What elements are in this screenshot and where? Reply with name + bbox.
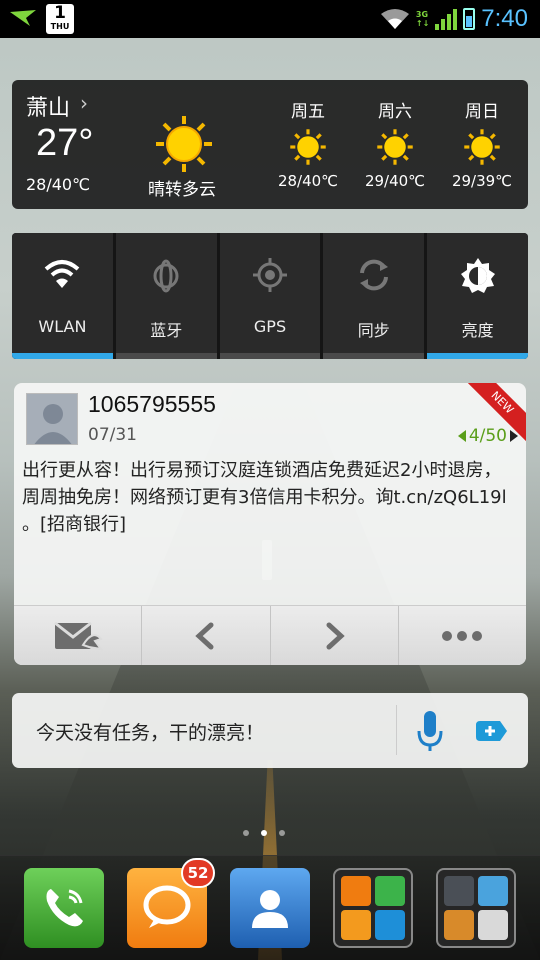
toggle-brightness[interactable]: 亮度 xyxy=(427,233,528,359)
page-dot xyxy=(243,830,249,836)
toggle-bluetooth[interactable]: 蓝牙 xyxy=(115,233,217,359)
phone-app-icon[interactable] xyxy=(24,868,104,948)
photo-icon xyxy=(444,910,474,940)
forecast-day-name: 周六 xyxy=(378,102,412,122)
add-tag-icon[interactable] xyxy=(474,719,508,743)
sun-icon xyxy=(156,116,212,172)
sms-counter: 4/50 xyxy=(457,426,518,446)
bird-notification-icon xyxy=(10,10,36,26)
forecast-range: 29/39℃ xyxy=(451,172,513,190)
tools-folder[interactable] xyxy=(436,868,516,948)
more-icon xyxy=(442,630,483,641)
forecast-day: 周日 29/39℃ xyxy=(442,80,522,190)
sms-action-bar xyxy=(14,605,526,665)
forecast-day-name: 周日 xyxy=(465,102,499,122)
contact-placeholder-icon xyxy=(27,394,77,444)
toggle-indicator xyxy=(12,353,113,359)
contacts-share-icon xyxy=(341,910,371,940)
microphone-icon[interactable] xyxy=(416,709,444,753)
quick-settings-widget: WLAN 蓝牙 GPS 同步 亮度 xyxy=(12,233,528,359)
sms-sender: 1065795555 xyxy=(88,391,216,417)
wifi-status-icon xyxy=(380,9,409,29)
clock: 7:40 xyxy=(481,5,528,32)
toggle-wlan[interactable]: WLAN xyxy=(12,233,113,359)
page-indicator xyxy=(243,830,285,836)
brightness-icon xyxy=(460,258,495,293)
toggle-indicator xyxy=(427,353,528,359)
voice-assistant-widget[interactable]: 今天没有任务，干的漂亮！ xyxy=(12,693,528,768)
weather-condition: 晴转多云 xyxy=(148,180,216,200)
battery-icon xyxy=(463,8,476,30)
next-button[interactable] xyxy=(271,606,399,665)
sms-widget[interactable]: 1065795555 07/31 NEW 4/50 出行更从容！出行易预订汉庭连… xyxy=(14,383,526,665)
weather-city[interactable]: 萧山 xyxy=(26,90,70,122)
chevron-right-icon xyxy=(326,622,345,649)
status-bar: 1 THU 3G ↑↓ 7:40 xyxy=(0,0,540,38)
chevron-left-icon xyxy=(195,622,214,649)
toggle-indicator xyxy=(115,353,217,359)
taobao-icon xyxy=(341,876,371,906)
gallery-icon xyxy=(478,876,508,906)
previous-button[interactable] xyxy=(142,606,271,665)
sync-icon xyxy=(359,259,388,291)
apps-folder[interactable] xyxy=(333,868,413,948)
sms-body[interactable]: 出行更从容！出行易预订汉庭连锁酒店免费延迟2小时退房，周周抽免房！网络预订更有3… xyxy=(22,457,518,538)
contacts-app-icon[interactable] xyxy=(230,868,310,948)
calculator-icon xyxy=(478,910,508,940)
speech-bubble-icon xyxy=(143,885,191,928)
more-button[interactable] xyxy=(399,606,526,665)
reply-mail-icon xyxy=(53,621,103,650)
toggle-label: 蓝牙 xyxy=(150,321,183,340)
reply-button[interactable] xyxy=(14,606,143,665)
wechat-icon xyxy=(375,876,405,906)
next-arrow-icon[interactable] xyxy=(510,430,518,442)
network-type: 3G ↑↓ xyxy=(415,10,430,28)
sms-date: 07/31 xyxy=(88,425,137,445)
page-dot xyxy=(279,830,285,836)
forecast-day: 周六 29/40℃ xyxy=(355,80,435,190)
prev-arrow-icon[interactable] xyxy=(457,430,466,442)
toggle-gps[interactable]: GPS xyxy=(219,233,321,359)
forecast-day-name: 周五 xyxy=(291,102,325,122)
calendar-notification-icon: 1 THU xyxy=(46,4,74,34)
current-temperature: 27° xyxy=(36,122,94,164)
toggle-indicator xyxy=(323,353,425,359)
toggle-indicator xyxy=(219,353,321,359)
wifi-icon xyxy=(45,260,80,288)
messages-unread-badge: 52 xyxy=(181,858,215,888)
sun-icon xyxy=(464,129,500,165)
forecast-day: 周五 28/40℃ xyxy=(268,80,348,190)
phone-icon xyxy=(46,889,83,927)
gps-icon xyxy=(252,258,287,292)
sms-counter-text: 4/50 xyxy=(468,426,507,446)
toggle-label: 同步 xyxy=(357,321,390,340)
status-icons: 3G ↑↓ 7:40 xyxy=(380,4,528,34)
weather-widget[interactable]: 萧山 › 27° 28/40℃ 晴转多云 周五 28/40℃ 周六 29/40℃… xyxy=(12,80,528,209)
forecast-range: 28/40℃ xyxy=(277,172,339,190)
current-temp-range: 28/40℃ xyxy=(26,175,91,194)
divider xyxy=(396,705,397,755)
toggle-label: 亮度 xyxy=(461,321,494,340)
sun-icon xyxy=(290,129,326,165)
calendar-day: 1 xyxy=(54,3,66,23)
sun-icon xyxy=(377,129,413,165)
toggle-label: WLAN xyxy=(38,317,87,336)
bluetooth-icon xyxy=(153,259,179,293)
toggle-label: GPS xyxy=(253,317,287,336)
chevron-right-icon[interactable]: › xyxy=(80,91,88,115)
avatar xyxy=(26,393,78,445)
toggle-sync[interactable]: 同步 xyxy=(323,233,425,359)
task-check-icon xyxy=(375,910,405,940)
signal-icon xyxy=(435,8,458,30)
person-icon xyxy=(252,890,288,928)
calendar-weekday: THU xyxy=(50,22,70,31)
forecast-range: 29/40℃ xyxy=(364,172,426,190)
page-dot-active xyxy=(261,830,267,836)
task-status-text[interactable]: 今天没有任务，干的漂亮！ xyxy=(36,718,264,745)
camera-icon xyxy=(444,876,474,906)
app-dock xyxy=(0,855,540,960)
